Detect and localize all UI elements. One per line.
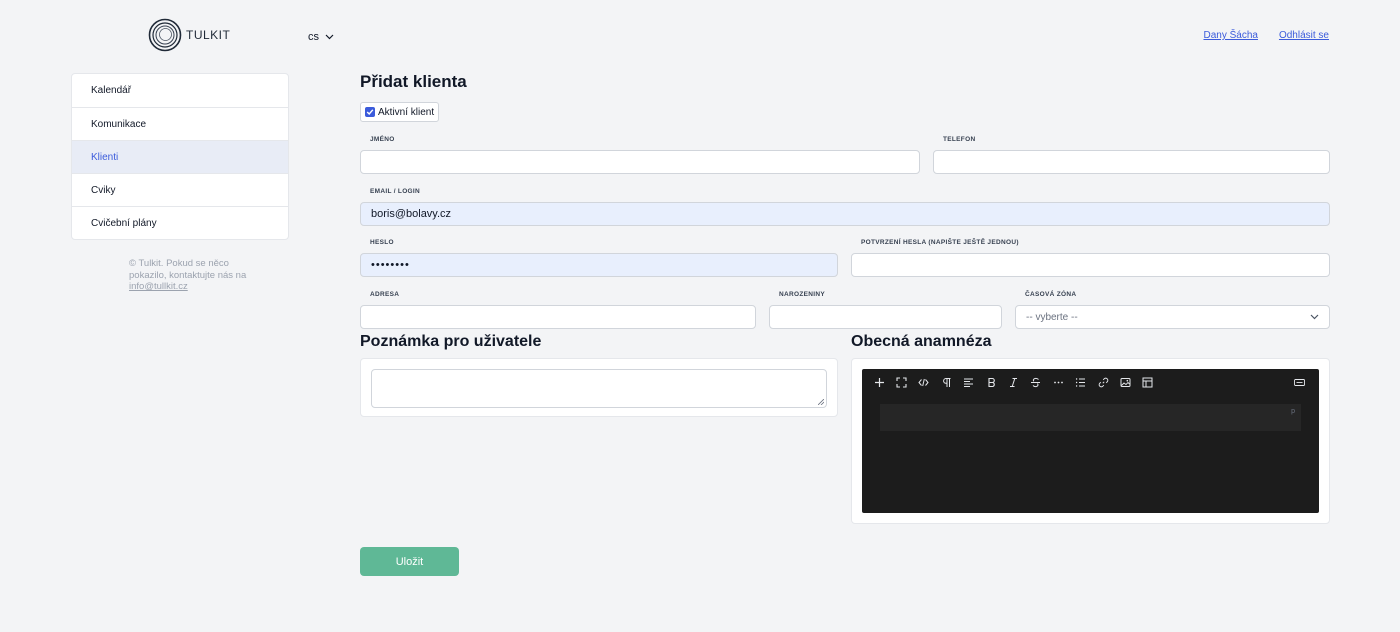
strikethrough-icon[interactable] (1025, 375, 1047, 389)
rich-text-editor[interactable]: p (862, 369, 1319, 513)
address-input[interactable] (360, 305, 756, 329)
link-icon[interactable] (1092, 375, 1114, 389)
footer-note: © Tulkit. Pokud se něco pokazilo, kontak… (129, 258, 249, 293)
note-card (360, 358, 838, 417)
editor-content-area[interactable]: p (880, 404, 1301, 431)
password-input[interactable]: •••••••• (360, 253, 838, 277)
fullscreen-icon[interactable] (890, 375, 912, 389)
italic-icon[interactable] (1002, 375, 1024, 389)
password-label: HESLO (370, 239, 394, 246)
logo-text: TULKIT (186, 28, 231, 42)
sidebar-item-cvicebni-plany[interactable]: Cvičební plány (72, 206, 288, 239)
phone-input[interactable] (933, 150, 1330, 174)
phone-label: TELEFON (943, 136, 976, 143)
password-confirm-input[interactable] (851, 253, 1330, 277)
support-email-link[interactable]: info@tullkit.cz (129, 281, 188, 292)
chevron-down-icon (1310, 314, 1319, 320)
editor-toolbar (868, 375, 1159, 389)
address-label: ADRESA (370, 291, 400, 298)
resize-handle-icon[interactable] (818, 399, 824, 405)
timezone-value: -- vyberte -- (1026, 311, 1078, 323)
note-section-title: Poznámka pro uživatele (360, 333, 542, 350)
paragraph-icon[interactable] (935, 375, 957, 389)
client-form: Přidat klienta Aktivní klient JMÉNO TELE… (360, 72, 1330, 576)
timezone-label: ČASOVÁ ZÓNA (1025, 291, 1077, 298)
timezone-select[interactable]: -- vyberte -- (1015, 305, 1330, 329)
list-icon[interactable] (1070, 375, 1092, 389)
sidebar-item-kalendar[interactable]: Kalendář (72, 74, 288, 107)
sidebar-item-klienti[interactable]: Klienti (72, 140, 288, 173)
name-input[interactable] (360, 150, 920, 174)
logout-link[interactable]: Odhlásit se (1279, 30, 1329, 41)
save-button[interactable]: Uložit (360, 547, 459, 576)
email-label: EMAIL / LOGIN (370, 188, 421, 195)
paragraph-marker: p (1291, 408, 1295, 415)
language-value: cs (308, 31, 319, 43)
birthday-label: NAROZENINY (779, 291, 825, 298)
birthday-input[interactable] (769, 305, 1002, 329)
user-links: Dany Šácha Odhlásit se (1203, 30, 1329, 41)
bold-icon[interactable] (980, 375, 1002, 389)
language-select[interactable]: cs (308, 31, 334, 43)
note-textarea[interactable] (371, 369, 827, 408)
plus-icon[interactable] (868, 375, 890, 389)
anamnesis-card: p (851, 358, 1330, 524)
page-title: Přidat klienta (360, 72, 467, 91)
more-icon[interactable] (1047, 375, 1069, 389)
active-client-label: Aktivní klient (378, 106, 435, 118)
table-icon[interactable] (1137, 375, 1159, 389)
user-name-link[interactable]: Dany Šácha (1203, 30, 1257, 41)
checkbox-checked-icon (365, 107, 375, 117)
anamnesis-section-title: Obecná anamnéza (851, 333, 992, 350)
sidebar-nav: Kalendář Komunikace Klienti Cviky Cvičeb… (71, 73, 289, 240)
align-icon[interactable] (958, 375, 980, 389)
active-client-checkbox[interactable]: Aktivní klient (360, 102, 440, 122)
email-input[interactable]: boris@bolavy.cz (360, 202, 1330, 226)
code-icon[interactable] (913, 375, 935, 389)
logo[interactable]: TULKIT (148, 18, 230, 52)
sidebar-item-komunikace[interactable]: Komunikace (72, 107, 288, 140)
keyboard-icon[interactable] (1289, 375, 1311, 389)
logo-ring-icon (148, 18, 182, 52)
image-icon[interactable] (1114, 375, 1136, 389)
name-label: JMÉNO (370, 136, 395, 143)
chevron-down-icon (325, 34, 334, 40)
footer-text: © Tulkit. Pokud se něco pokazilo, kontak… (129, 258, 247, 281)
password-confirm-label: POTVRZENÍ HESLA (NAPIŠTE JEŠTĚ JEDNOU) (861, 239, 1019, 246)
sidebar-item-cviky[interactable]: Cviky (72, 173, 288, 206)
